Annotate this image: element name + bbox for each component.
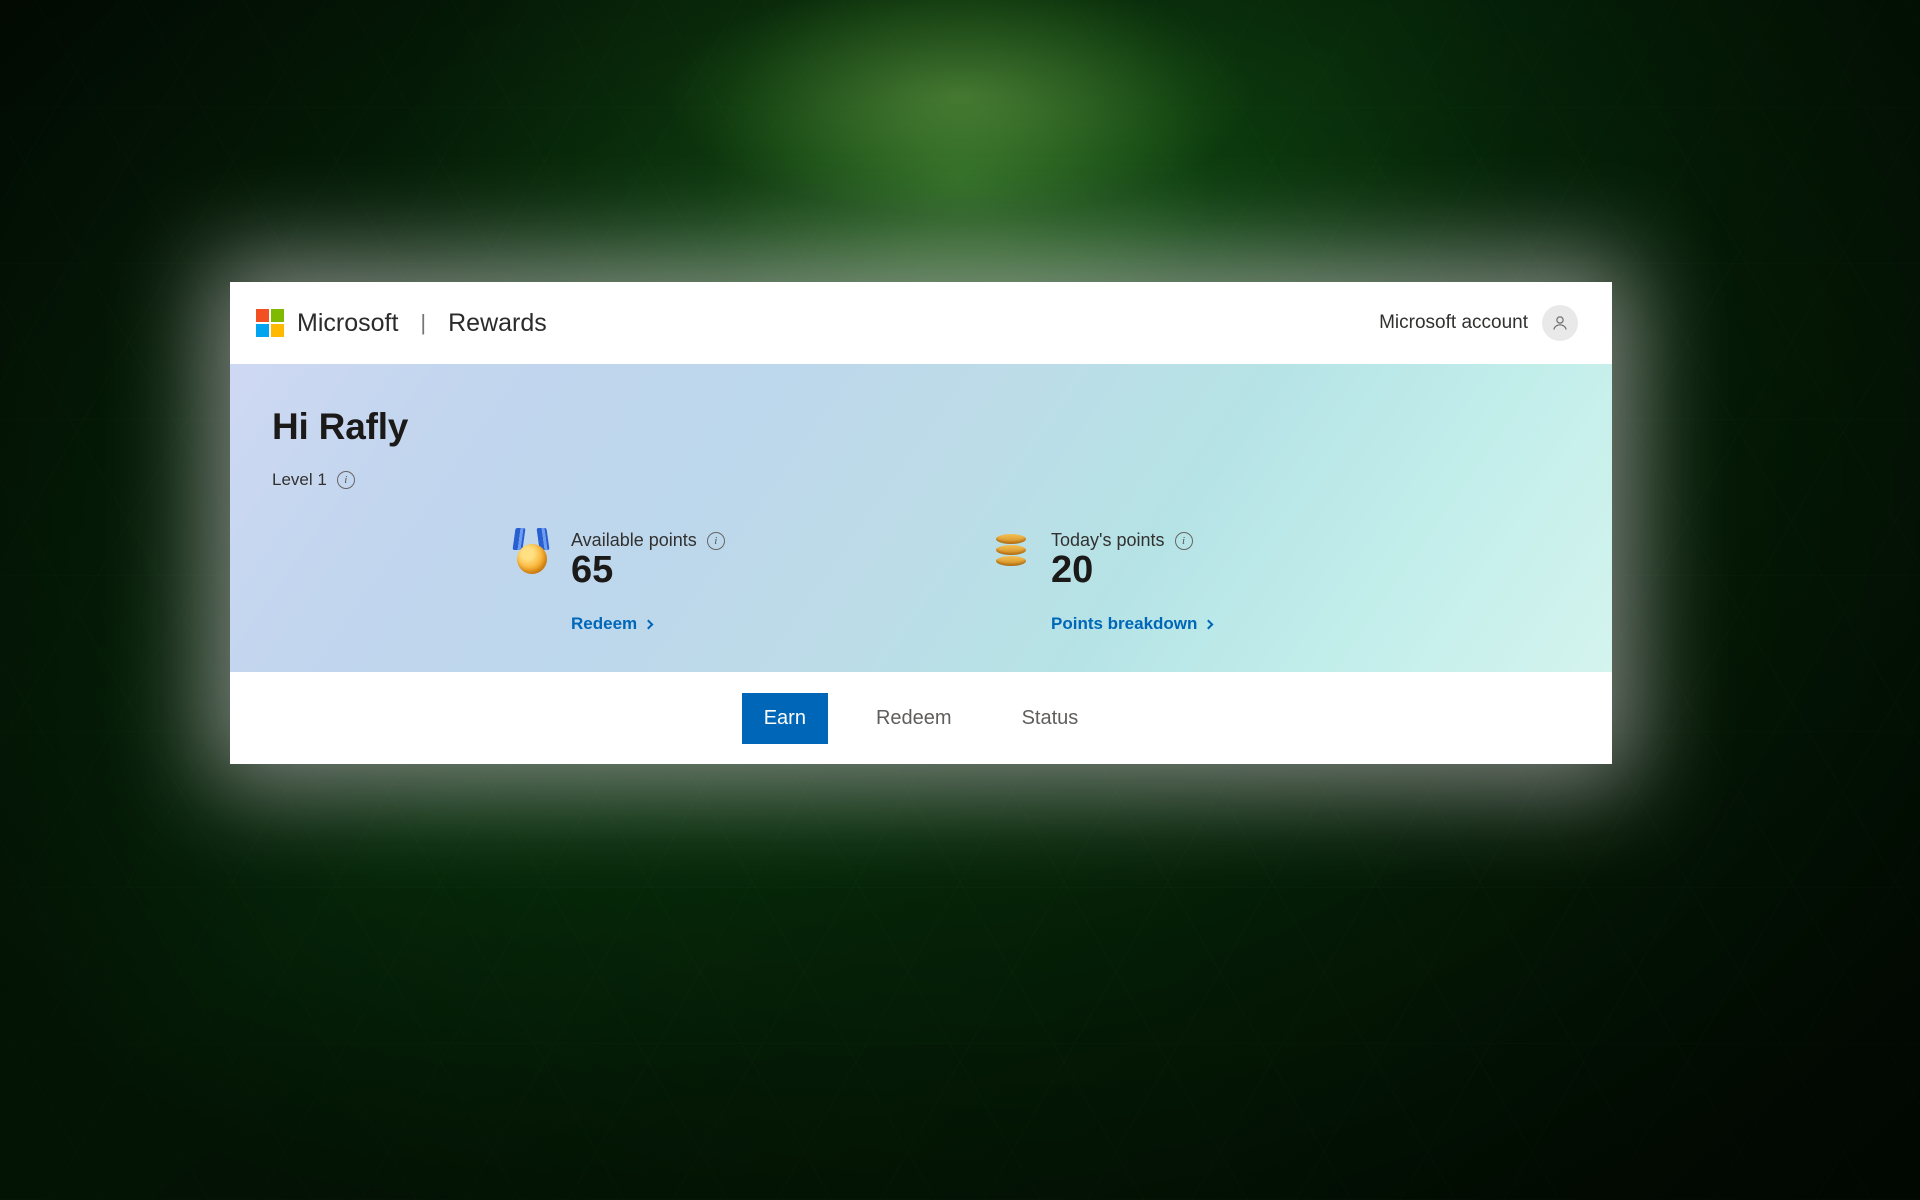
points-breakdown-link-text: Points breakdown [1051,614,1197,634]
tab-redeem[interactable]: Redeem [854,693,974,744]
avatar-button[interactable] [1542,305,1578,341]
person-icon [1551,314,1569,332]
info-icon[interactable]: i [1175,532,1193,550]
microsoft-logo-icon [256,309,284,337]
redeem-link[interactable]: Redeem [571,614,725,634]
brand-divider: | [420,310,426,336]
greeting-text: Hi Rafly [272,406,1570,448]
todays-points-label: Today's points [1051,530,1165,551]
stat-todays-points: Today's points i 20 Points breakdown [988,530,1212,634]
brand-label: Microsoft [297,309,398,338]
tab-status[interactable]: Status [1000,693,1101,744]
available-points-value: 65 [571,549,725,592]
chevron-right-icon [1204,619,1214,629]
redeem-link-text: Redeem [571,614,637,634]
points-breakdown-link[interactable]: Points breakdown [1051,614,1212,634]
rewards-card: Microsoft | Rewards Microsoft account Hi… [230,282,1612,764]
hero-panel: Hi Rafly Level 1 i Available points i 65… [230,364,1612,672]
tab-bar: Earn Redeem Status [230,672,1612,764]
product-label: Rewards [448,309,547,338]
level-row: Level 1 i [272,470,1570,490]
chevron-right-icon [644,619,654,629]
info-icon[interactable]: i [707,532,725,550]
card-header: Microsoft | Rewards Microsoft account [230,282,1612,364]
tab-earn[interactable]: Earn [742,693,828,744]
available-points-label: Available points [571,530,697,551]
coins-icon [988,528,1036,576]
stat-available-points: Available points i 65 Redeem [508,530,988,634]
info-icon[interactable]: i [337,471,355,489]
medal-icon [508,528,556,576]
todays-points-value: 20 [1051,549,1212,592]
level-text: Level 1 [272,470,327,490]
account-link[interactable]: Microsoft account [1379,312,1528,334]
